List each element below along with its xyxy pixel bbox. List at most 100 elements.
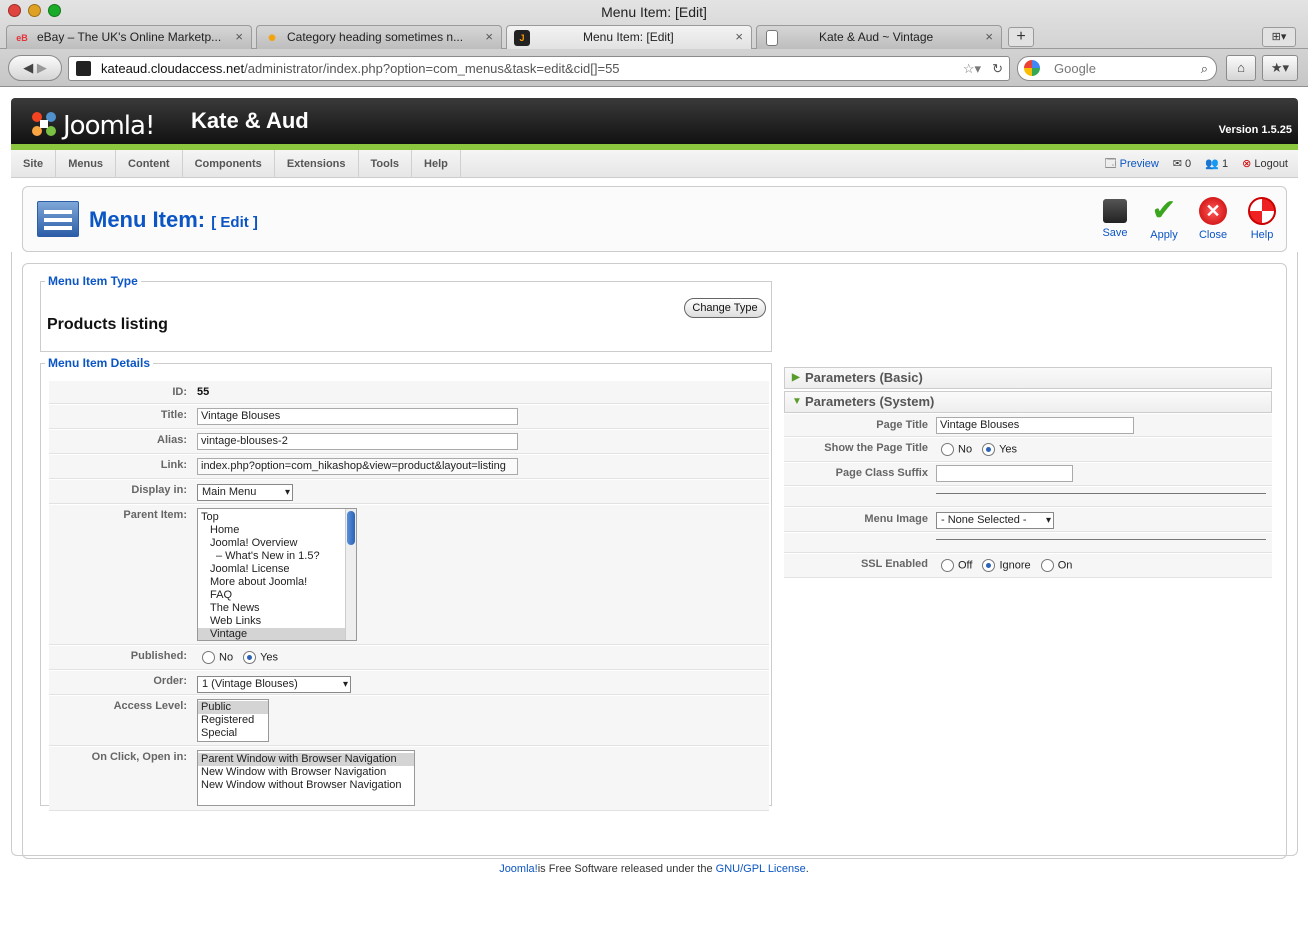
alias-input[interactable]: vintage-blouses-2 — [197, 433, 518, 450]
logout-icon: ⊗ — [1242, 158, 1252, 170]
google-icon[interactable] — [1024, 60, 1040, 76]
ssl-on-option[interactable]: On — [1040, 559, 1072, 572]
on-click-label: On Click, Open in: — [91, 751, 187, 763]
ssl-ignore-option[interactable]: Ignore — [982, 559, 1031, 572]
gpl-license-link[interactable]: GNU/GPL License — [716, 863, 806, 875]
on-click-option[interactable]: New Window with Browser Navigation — [198, 766, 414, 779]
reload-icon[interactable]: ↻ — [992, 57, 1003, 80]
order-select[interactable]: 1 (Vintage Blouses) — [197, 676, 351, 693]
id-row: ID: 55 — [49, 381, 769, 404]
site-identity-icon[interactable] — [76, 61, 91, 76]
admin-header: Joomla! Kate & Aud Version 1.5.25 — [11, 98, 1298, 144]
tab-menu-item-edit[interactable]: J Menu Item: [Edit] × — [506, 25, 752, 49]
users-count[interactable]: 👥 1 — [1205, 150, 1228, 178]
radio-button[interactable] — [243, 651, 257, 664]
parent-option[interactable]: Joomla! Overview — [198, 537, 356, 550]
close-tab-icon[interactable]: × — [235, 26, 243, 48]
close-button[interactable]: ✕ Close — [1191, 197, 1235, 241]
tab-kate-aud-vintage[interactable]: Kate & Aud ~ Vintage × — [756, 25, 1002, 49]
messages-count[interactable]: ✉ 0 — [1173, 150, 1191, 178]
joomla-logo[interactable]: Joomla! — [29, 104, 155, 141]
close-x-icon: ✕ — [1199, 197, 1227, 225]
preview-link[interactable]: 🗔 Preview — [1105, 150, 1159, 178]
tab-ebay[interactable]: eB eBay – The UK's Online Marketp... × — [6, 25, 252, 49]
access-level-listbox[interactable]: Public Registered Special — [197, 699, 269, 742]
bookmark-star-icon[interactable]: ☆▾ — [963, 57, 981, 80]
parent-option[interactable]: More about Joomla! — [198, 576, 356, 589]
bookmarks-menu-button[interactable]: ★▾ — [1262, 55, 1298, 81]
radio-button[interactable] — [941, 559, 954, 572]
parent-option[interactable]: Web Links — [198, 615, 356, 628]
back-forward-buttons[interactable]: ◀ ▶ — [8, 55, 62, 81]
parent-option[interactable]: Top — [198, 511, 356, 524]
show-page-title-row: Show the Page Title No Yes — [784, 438, 1272, 462]
scrollbar-thumb[interactable] — [347, 511, 355, 545]
published-no-option[interactable]: No — [202, 651, 233, 664]
parent-item-label: Parent Item: — [123, 509, 187, 521]
parent-option[interactable]: The News — [198, 602, 356, 615]
joomla-link[interactable]: Joomla! — [499, 863, 538, 875]
parameters-system-header[interactable]: ▼ Parameters (System) — [784, 391, 1272, 413]
show-title-no-option[interactable]: No — [941, 443, 972, 456]
menu-image-row: Menu Image - None Selected - — [784, 508, 1272, 532]
menu-site[interactable]: Site — [11, 150, 57, 178]
page-title-input[interactable]: Vintage Blouses — [936, 417, 1134, 434]
access-option-selected[interactable]: Public — [198, 701, 268, 714]
change-type-button[interactable]: Change Type — [684, 298, 766, 318]
search-bar[interactable]: Google ⌕ — [1017, 56, 1217, 81]
tab-overview-button[interactable]: ⊞▾ — [1262, 27, 1296, 47]
radio-button[interactable] — [1040, 559, 1054, 572]
address-bar[interactable]: kateaud.cloudaccess.net/administrator/in… — [68, 56, 1010, 81]
close-tab-icon[interactable]: × — [985, 26, 993, 48]
close-tab-icon[interactable]: × — [485, 26, 493, 48]
ssl-off-option[interactable]: Off — [941, 559, 972, 572]
new-tab-button[interactable]: + — [1008, 27, 1034, 47]
back-arrow-icon[interactable]: ◀ — [23, 60, 33, 75]
parent-option[interactable]: Joomla! License — [198, 563, 356, 576]
menu-tools[interactable]: Tools — [359, 150, 413, 178]
parent-option[interactable]: FAQ — [198, 589, 356, 602]
parent-option[interactable]: – What's New in 1.5? — [198, 550, 356, 563]
zoom-window-icon[interactable] — [48, 4, 61, 17]
menu-content[interactable]: Content — [116, 150, 183, 178]
parent-option-selected[interactable]: Vintage — [198, 628, 356, 640]
parent-option[interactable]: Home — [198, 524, 356, 537]
radio-button[interactable] — [202, 651, 215, 664]
show-title-radio-group: No Yes — [941, 443, 1017, 456]
radio-button[interactable] — [982, 559, 996, 572]
menu-help[interactable]: Help — [412, 150, 461, 178]
menu-menus[interactable]: Menus — [56, 150, 117, 178]
tab-category-heading[interactable]: ✺ Category heading sometimes n... × — [256, 25, 502, 49]
show-title-yes-option[interactable]: Yes — [982, 443, 1017, 456]
home-button[interactable]: ⌂ — [1226, 55, 1256, 81]
on-click-listbox[interactable]: Parent Window with Browser Navigation Ne… — [197, 750, 415, 806]
access-option[interactable]: Special — [198, 727, 268, 740]
help-button[interactable]: Help — [1240, 197, 1284, 241]
link-input[interactable]: index.php?option=com_hikashop&view=produ… — [197, 458, 518, 475]
apply-button[interactable]: ✔ Apply — [1142, 196, 1186, 242]
menu-extensions[interactable]: Extensions — [275, 150, 359, 178]
access-level-label: Access Level: — [113, 700, 187, 712]
title-input[interactable]: Vintage Blouses — [197, 408, 518, 425]
magnifier-icon[interactable]: ⌕ — [1201, 57, 1208, 80]
display-in-select[interactable]: Main Menu — [197, 484, 293, 501]
page-class-suffix-input[interactable] — [936, 465, 1073, 482]
save-button[interactable]: Save — [1093, 197, 1137, 239]
close-window-icon[interactable] — [8, 4, 21, 17]
menu-components[interactable]: Components — [183, 150, 275, 178]
parent-list-scrollbar[interactable] — [345, 509, 356, 640]
parameters-basic-header[interactable]: ▶ Parameters (Basic) — [784, 367, 1272, 389]
published-yes-option[interactable]: Yes — [243, 651, 278, 664]
radio-button[interactable] — [982, 443, 996, 456]
radio-button[interactable] — [941, 443, 954, 456]
access-option[interactable]: Registered — [198, 714, 268, 727]
page-title-row: Page Title Vintage Blouses — [784, 414, 1272, 437]
forward-arrow-icon[interactable]: ▶ — [37, 60, 47, 75]
minimize-window-icon[interactable] — [28, 4, 41, 17]
logout-link[interactable]: ⊗ Logout — [1242, 150, 1288, 178]
on-click-option[interactable]: New Window without Browser Navigation — [198, 779, 414, 792]
menu-image-select[interactable]: - None Selected - — [936, 512, 1054, 529]
close-tab-icon[interactable]: × — [735, 26, 743, 48]
parent-item-listbox[interactable]: Top Home Joomla! Overview – What's New i… — [197, 508, 357, 641]
on-click-option-selected[interactable]: Parent Window with Browser Navigation — [198, 753, 414, 766]
